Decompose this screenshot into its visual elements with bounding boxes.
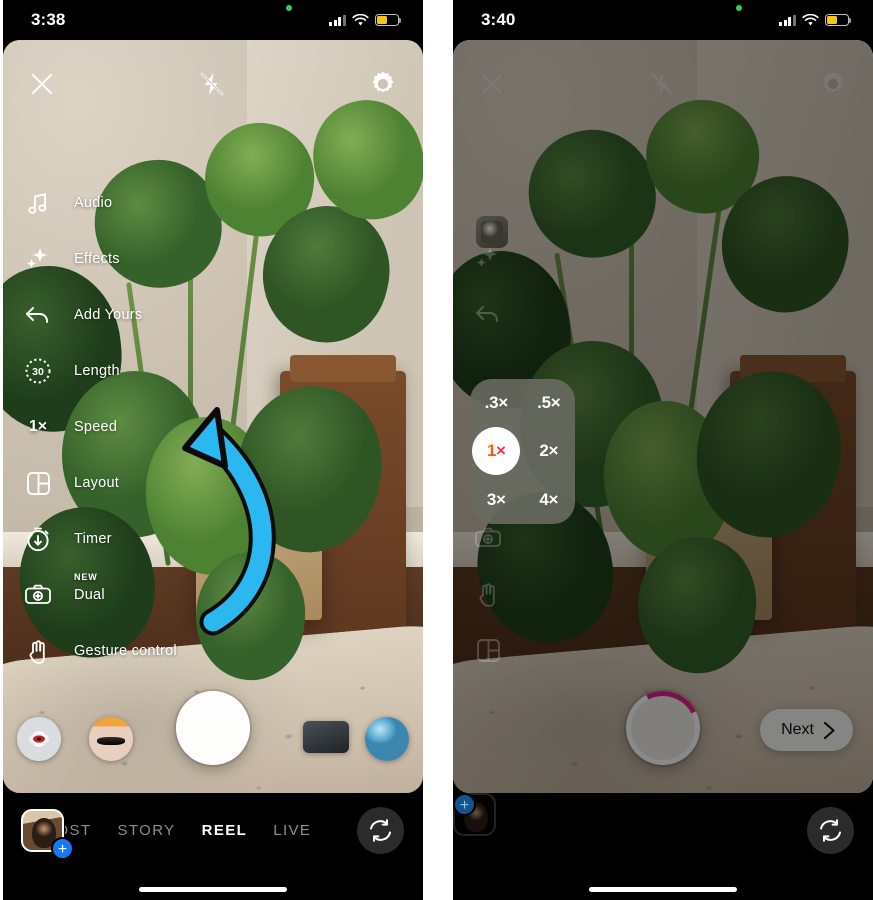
next-button-label: Next — [781, 721, 814, 738]
menu-item-label: Audio — [74, 195, 113, 211]
speed-option-3x[interactable]: 3× — [487, 490, 506, 510]
capture-controls: Next — [453, 681, 873, 775]
status-icons — [779, 13, 852, 27]
effect-thumb-eye[interactable] — [17, 717, 61, 761]
sparkles-icon — [21, 242, 55, 276]
camera-flip-icon[interactable] — [807, 807, 854, 854]
menu-item-add-yours[interactable] — [471, 286, 505, 342]
add-to-story-badge[interactable]: + — [453, 793, 476, 816]
effect-thumb-blue-orb[interactable] — [365, 717, 409, 761]
next-button[interactable]: Next — [760, 709, 853, 751]
bottom-tab-bar: + POST STORY REEL LIVE — [3, 793, 423, 900]
new-badge: NEW — [74, 572, 98, 582]
cellular-bars-icon — [329, 14, 346, 26]
right-phone-screenshot: 3:40 .3× .5× 1× 2× 3× 4× Next + — [453, 0, 873, 900]
tab-live[interactable]: LIVE — [273, 822, 311, 839]
dual-camera-icon — [21, 578, 55, 612]
shutter-button[interactable] — [616, 681, 710, 775]
speed-option-2x[interactable]: 2× — [539, 441, 558, 461]
speed-selector[interactable]: .3× .5× 1× 2× 3× 4× — [470, 379, 575, 524]
bottom-tab-bar: + — [453, 793, 873, 900]
menu-item-label: NEW Dual — [74, 572, 105, 603]
flash-off-icon[interactable] — [199, 71, 225, 97]
camera-viewport[interactable]: .3× .5× 1× 2× 3× 4× Next — [453, 40, 873, 793]
settings-gear-icon[interactable] — [369, 70, 397, 98]
close-icon[interactable] — [29, 71, 55, 97]
recording-indicator-dot — [286, 5, 292, 11]
speed-option-1x-selected[interactable]: 1× — [472, 427, 521, 476]
mode-tabs: POST STORY REEL LIVE — [65, 793, 327, 868]
menu-item-add-yours[interactable]: Add Yours — [21, 287, 177, 343]
length-30-icon: 30 — [21, 354, 55, 388]
hand-icon — [471, 577, 505, 611]
layout-grid-icon — [21, 466, 55, 500]
menu-item-label: Speed — [74, 419, 118, 435]
camera-viewport[interactable]: Audio Effects Add Yours 30 Length 1× Spe… — [3, 40, 423, 793]
home-indicator — [589, 887, 737, 892]
music-note-icon — [21, 186, 55, 220]
hand-icon — [21, 634, 55, 668]
reply-arrow-icon — [471, 297, 505, 331]
reply-arrow-icon — [21, 298, 55, 332]
speed-value: 1× — [28, 418, 48, 435]
menu-item-label: Effects — [74, 251, 120, 267]
status-bar: 3:40 — [453, 0, 873, 40]
tab-reel[interactable]: REEL — [202, 822, 248, 839]
recording-indicator-dot — [736, 5, 742, 11]
effect-thumb-device[interactable] — [303, 721, 349, 753]
menu-item-gesture-control[interactable] — [471, 566, 505, 622]
shutter-button[interactable] — [176, 691, 250, 765]
annotation-arrow — [182, 407, 276, 636]
sparkles-icon — [471, 241, 505, 275]
speed-option-0-3x[interactable]: .3× — [485, 393, 509, 413]
left-phone-screenshot: 3:38 Audio Effects Add Yours 30 Length 1… — [3, 0, 423, 900]
flash-off-icon[interactable] — [649, 71, 675, 97]
wifi-icon — [352, 13, 369, 25]
timer-icon — [21, 522, 55, 556]
menu-item-effects[interactable]: Effects — [21, 231, 177, 287]
menu-item-audio[interactable]: Audio — [21, 175, 177, 231]
speed-option-4x[interactable]: 4× — [539, 490, 558, 510]
camera-top-bar — [3, 40, 423, 128]
home-indicator — [139, 887, 287, 892]
speed-option-label: 1× — [486, 441, 506, 461]
effect-thumb-face[interactable] — [89, 717, 133, 761]
chevron-right-icon — [823, 721, 835, 739]
status-time: 3:40 — [481, 10, 516, 29]
status-icons — [329, 13, 402, 27]
camera-top-bar — [453, 40, 873, 128]
speed-option-0-5x[interactable]: .5× — [537, 393, 561, 413]
layout-grid-icon — [471, 633, 505, 667]
status-time: 3:38 — [31, 10, 66, 29]
speed-1x-icon: 1× — [21, 410, 55, 444]
menu-item-text: Dual — [74, 587, 105, 603]
tab-post[interactable]: POST — [65, 822, 91, 839]
status-bar: 3:38 — [3, 0, 423, 40]
profile-avatar[interactable] — [453, 793, 496, 836]
battery-icon — [825, 14, 852, 26]
battery-icon — [375, 14, 402, 26]
effects-carousel — [3, 691, 423, 775]
menu-item-layout[interactable] — [471, 622, 505, 678]
menu-item-label: Timer — [74, 531, 112, 547]
tab-story[interactable]: STORY — [117, 822, 175, 839]
menu-item-effects[interactable] — [471, 230, 505, 286]
menu-item-label: Add Yours — [74, 307, 143, 323]
close-icon[interactable] — [479, 71, 505, 97]
svg-text:30: 30 — [32, 366, 44, 378]
cellular-bars-icon — [779, 14, 796, 26]
settings-gear-icon[interactable] — [819, 70, 847, 98]
wifi-icon — [802, 13, 819, 25]
screenshot-stage: 3:38 Audio Effects Add Yours 30 Length 1… — [0, 0, 873, 900]
camera-flip-icon[interactable] — [357, 807, 404, 854]
dual-camera-icon — [471, 521, 505, 555]
